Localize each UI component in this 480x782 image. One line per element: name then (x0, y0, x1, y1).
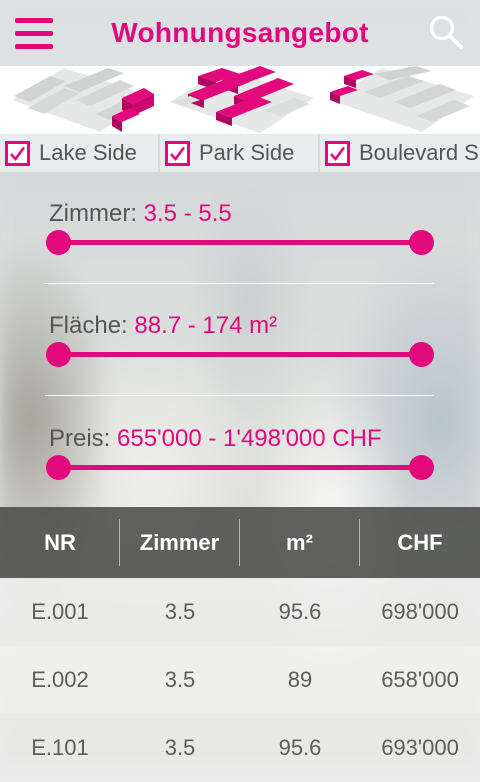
table-row[interactable]: E.002 3.5 89 658'000 (0, 646, 480, 714)
range-handle-zimmer-min[interactable] (46, 230, 71, 255)
range-handle-flaeche-min[interactable] (46, 342, 71, 367)
tab-park-side[interactable]: Park Side (160, 134, 318, 172)
cell-m2: 89 (287, 667, 313, 692)
filter-value-preis: 655'000 - 1'498'000 CHF (117, 425, 382, 452)
range-track-flaeche[interactable] (58, 352, 422, 357)
table-header: NR Zimmer m² CHF (0, 507, 480, 578)
table-row[interactable]: E.001 3.5 95.6 698'000 (0, 578, 480, 646)
range-handle-flaeche-max[interactable] (409, 342, 434, 367)
cell-nr: E.002 (31, 667, 89, 692)
checkbox-lake-side[interactable] (5, 140, 30, 166)
column-header-chf[interactable]: CHF (360, 507, 480, 578)
search-icon[interactable] (428, 14, 464, 50)
filter-label-flaeche: Fläche: 88.7 - 174 m² (49, 312, 278, 339)
building-filter-tabs: Lake Side Park Side Boulevard Süd (0, 134, 480, 172)
app-header: Wohnungsangebot (0, 0, 480, 66)
cell-zimmer: 3.5 (164, 667, 196, 692)
building-image-boulevard[interactable] (324, 66, 479, 134)
cell-m2: 95.6 (278, 735, 322, 760)
building-image-lake-side[interactable] (4, 66, 159, 134)
page-title: Wohnungsangebot (111, 17, 369, 48)
filter-zimmer: Zimmer: 3.5 - 5.5 (0, 172, 480, 284)
cell-nr: E.001 (31, 599, 89, 624)
checkbox-boulevard[interactable] (325, 140, 350, 166)
checkbox-park-side[interactable] (165, 140, 190, 166)
range-track-zimmer[interactable] (58, 240, 422, 245)
building-image-park-side[interactable] (164, 66, 319, 134)
cell-zimmer: 3.5 (164, 735, 196, 760)
cell-zimmer: 3.5 (164, 599, 196, 624)
checkmark-icon (170, 146, 186, 161)
range-handle-preis-max[interactable] (409, 455, 434, 480)
tab-lake-side[interactable]: Lake Side (0, 134, 158, 172)
table-row[interactable]: E.101 3.5 95.6 693'000 (0, 714, 480, 782)
cell-chf: 698'000 (381, 599, 459, 624)
cell-m2: 95.6 (278, 599, 322, 624)
cell-chf: 693'000 (381, 735, 459, 760)
column-header-m2[interactable]: m² (240, 507, 359, 578)
range-handle-preis-min[interactable] (46, 455, 71, 480)
cell-chf: 658'000 (381, 667, 459, 692)
column-header-zimmer[interactable]: Zimmer (120, 507, 239, 578)
cell-nr: E.101 (31, 735, 89, 760)
tab-label-boulevard: Boulevard Süd (359, 140, 480, 165)
tab-boulevard[interactable]: Boulevard Süd (320, 134, 480, 172)
column-header-nr[interactable]: NR (0, 507, 120, 578)
checkmark-icon (10, 146, 26, 161)
filter-value-zimmer: 3.5 - 5.5 (143, 200, 232, 227)
filter-flaeche: Fläche: 88.7 - 174 m² (0, 284, 480, 396)
filter-label-zimmer: Zimmer: 3.5 - 5.5 (49, 200, 232, 227)
range-handle-zimmer-max[interactable] (409, 230, 434, 255)
tab-label-park-side: Park Side (199, 140, 295, 165)
checkmark-icon (330, 146, 346, 161)
building-thumbnails (0, 66, 480, 134)
range-track-preis[interactable] (58, 465, 422, 470)
filter-label-preis: Preis: 655'000 - 1'498'000 CHF (49, 425, 382, 452)
divider (45, 395, 434, 396)
filter-preis: Preis: 655'000 - 1'498'000 CHF (0, 397, 480, 509)
filter-value-flaeche: 88.7 - 174 m² (134, 312, 278, 339)
tab-label-lake-side: Lake Side (39, 140, 137, 165)
